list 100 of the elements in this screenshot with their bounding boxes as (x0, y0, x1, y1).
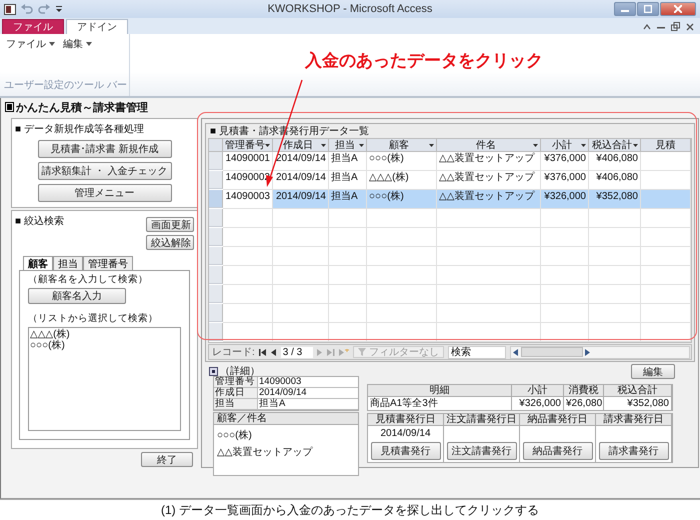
close-button[interactable] (660, 2, 696, 16)
customer-list[interactable]: △△△(株) ○○○(株) (28, 327, 181, 431)
table-cell: 商品A1等全3件 (368, 397, 512, 410)
maximize-icon (644, 5, 652, 13)
section-heading: ■ データ新規作成等各種処理 (14, 122, 144, 136)
field-label: 担当 (214, 399, 258, 410)
field-value: 担当A (258, 399, 358, 410)
table-cell: ¥326,000 (541, 190, 589, 209)
column-header: 税込合計 (604, 385, 672, 397)
table-cell: ¥406,080 (589, 152, 641, 171)
table-cell: ○○○(株) (367, 190, 437, 209)
table-cell: 担当A (329, 152, 367, 171)
column-header[interactable]: 担当 (329, 139, 367, 152)
customize-icon[interactable] (55, 5, 63, 13)
first-record-icon[interactable] (258, 348, 267, 356)
exit-button[interactable]: 終了 (141, 452, 193, 467)
column-header: 明細 (368, 385, 512, 397)
redo-icon[interactable] (38, 4, 50, 14)
table-cell: △△装置セットアップ (437, 190, 541, 209)
minimize-button[interactable] (614, 2, 636, 16)
column-header: 注文請書発行日 (444, 414, 520, 426)
column-header[interactable]: 顧客 (367, 139, 437, 152)
caret-icon (265, 144, 270, 146)
table-cell (641, 152, 691, 171)
maximize-button[interactable] (637, 2, 659, 16)
issue-button[interactable]: 納品書発行 (522, 442, 592, 460)
ribbon-tab[interactable]: ファイル (2, 19, 64, 34)
column-header: 消費税 (564, 385, 604, 397)
hint-text: （リストから選択して検索） (28, 312, 159, 325)
search-field[interactable]: 検索 (448, 346, 506, 358)
filter-button[interactable]: 絞込解除 (146, 235, 194, 250)
table-cell (641, 190, 691, 209)
table-cell: ¥326,000 (512, 397, 564, 410)
record-label: レコード: (212, 346, 255, 359)
field-label: 管理番号 (214, 377, 258, 388)
column-header[interactable]: 小計 (541, 139, 589, 152)
collapse-icon[interactable] (643, 24, 651, 30)
column-header[interactable]: 管理番号 (223, 139, 273, 152)
column-header: 小計 (512, 385, 564, 397)
field-label: 作成日 (214, 388, 258, 399)
caret-icon (49, 42, 55, 46)
table-cell: 担当A (329, 190, 367, 209)
previous-record-icon[interactable] (270, 348, 277, 356)
table-cell: ¥26,080 (564, 397, 604, 410)
restore-icon[interactable] (671, 22, 680, 31)
last-record-icon[interactable] (326, 348, 335, 356)
filter-tab[interactable]: 顧客 (23, 256, 53, 270)
form-title: かんたん見積～請求書管理 (16, 100, 148, 114)
group-label: ユーザー設定のツール バー (4, 78, 127, 92)
app-icon (4, 4, 16, 14)
customer-input-button[interactable]: 顧客名入力 (28, 288, 126, 304)
horizontal-scrollbar[interactable] (510, 346, 690, 358)
issue-button[interactable]: 請求書発行 (598, 442, 668, 460)
list-item[interactable]: △△△(株) (30, 329, 179, 340)
ribbon-tab[interactable]: アドイン (66, 19, 128, 34)
table-cell: ¥352,080 (589, 190, 641, 209)
window-title: KWORKSHOP - Microsoft Access (266, 3, 434, 15)
column-header[interactable]: 件名 (437, 139, 541, 152)
expand-icon[interactable] (209, 366, 218, 376)
date-text: 2014/09/14 (380, 428, 431, 440)
column-header[interactable]: 見積 (641, 139, 691, 152)
column-header: 納品書発行日 (520, 414, 596, 426)
field-value: 14090003 (258, 377, 358, 388)
action-button[interactable]: 管理メニュー (38, 184, 172, 202)
column-header: 請求書発行日 (596, 414, 672, 426)
edit-button[interactable]: 編集 (631, 364, 675, 379)
menu-button[interactable]: 編集 (61, 37, 94, 51)
column-header[interactable]: 作成日 (273, 139, 329, 152)
filter-button[interactable]: 画面更新 (146, 217, 194, 232)
caret-icon (581, 144, 586, 146)
record-position-field[interactable]: 3 / 3 (280, 346, 313, 358)
menu-button[interactable]: ファイル (4, 37, 57, 51)
next-record-icon[interactable] (316, 348, 323, 356)
table-cell: △△装置セットアップ (437, 152, 541, 171)
table-cell: 2014/09/14 (273, 152, 329, 171)
table-cell: ¥352,080 (604, 397, 672, 410)
undo-icon[interactable] (21, 4, 33, 14)
table-cell: 2014/09/14 (273, 190, 329, 209)
customer-heading: 顧客／件名 (214, 413, 358, 425)
issue-button[interactable]: 見積書発行 (370, 442, 440, 460)
column-header[interactable]: 税込合計 (589, 139, 641, 152)
issue-button[interactable]: 注文請書発行 (446, 442, 516, 460)
action-button[interactable]: 見積書･請求書 新規作成 (38, 140, 172, 158)
new-record-icon[interactable] (338, 348, 349, 356)
customer-name: ○○○(株) (216, 428, 253, 442)
filter-tab[interactable]: 担当 (53, 256, 83, 270)
table-cell: 14090001 (223, 152, 273, 171)
table-cell: ○○○(株) (367, 152, 437, 171)
caption: (1) データ一覧画面から入金のあったデータを探し出してクリックする (0, 499, 700, 520)
caret-icon (86, 42, 92, 46)
caret-icon (359, 144, 364, 146)
field-value: 2014/09/14 (258, 388, 358, 399)
caret-icon (533, 144, 538, 146)
column-header: 見積書発行日 (368, 414, 444, 426)
detail-label: （詳細） (220, 364, 260, 377)
action-button[interactable]: 請求額集計 ・ 入金チェック (38, 162, 172, 180)
filter-tab[interactable]: 管理番号 (83, 256, 133, 270)
close-icon (674, 5, 682, 13)
close-icon[interactable] (686, 22, 694, 30)
list-item[interactable]: ○○○(株) (30, 340, 179, 351)
